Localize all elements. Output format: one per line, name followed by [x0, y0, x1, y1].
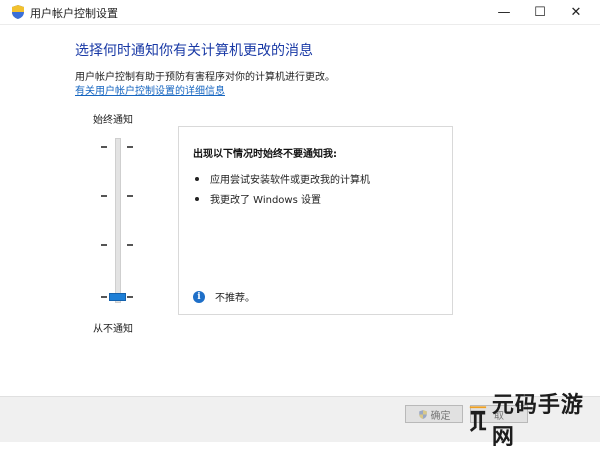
shield-icon: [12, 5, 24, 19]
bullet-icon: [195, 176, 199, 181]
slider-tick: [127, 244, 133, 246]
recommendation-note: i 不推荐。: [193, 289, 255, 304]
watermark: 元码手游网: [468, 393, 596, 450]
list-item: 应用尝试安装软件或更改我的计算机: [195, 171, 370, 186]
page-heading: 选择何时通知你有关计算机更改的消息: [75, 43, 313, 59]
shield-icon: [418, 409, 427, 419]
slider-bottom-label: 从不通知: [93, 324, 133, 335]
info-icon: i: [193, 290, 205, 303]
uac-settings-window: 用户帐户控制设置 — ☐ ✕ 选择何时通知你有关计算机更改的消息 用户帐户控制有…: [0, 0, 600, 450]
bullet-icon: [195, 196, 199, 201]
slider-tick: [127, 195, 133, 197]
page-description: 用户帐户控制有助于预防有害程序对你的计算机进行更改。: [75, 72, 335, 83]
window-title: 用户帐户控制设置: [30, 7, 118, 20]
slider-tick: [101, 146, 107, 148]
close-button[interactable]: ✕: [558, 0, 594, 24]
slider-top-label: 始终通知: [93, 115, 133, 126]
slider-track[interactable]: [115, 138, 121, 303]
ok-button-label: 确定: [430, 410, 451, 422]
list-item-text: 我更改了 Windows 设置: [210, 195, 321, 206]
title-bar: 用户帐户控制设置 — ☐ ✕: [0, 0, 600, 25]
slider-thumb[interactable]: [109, 293, 126, 301]
list-item: 我更改了 Windows 设置: [195, 191, 321, 206]
slider-tick: [101, 195, 107, 197]
notification-level-slider[interactable]: [98, 138, 138, 308]
slider-tick: [127, 146, 133, 148]
watermark-logo-icon: [469, 406, 487, 432]
watermark-text: 元码手游网: [491, 393, 584, 450]
slider-tick: [101, 296, 107, 298]
help-link[interactable]: 有关用户帐户控制设置的详细信息: [75, 82, 225, 97]
list-item-text: 应用尝试安装软件或更改我的计算机: [210, 175, 370, 186]
slider-tick: [127, 296, 133, 298]
note-text: 不推荐。: [215, 293, 255, 304]
slider-tick: [101, 244, 107, 246]
panel-title: 出现以下情况时始终不要通知我:: [193, 149, 337, 160]
minimize-button[interactable]: —: [486, 0, 522, 24]
ok-button[interactable]: 确定: [405, 405, 463, 423]
maximize-button[interactable]: ☐: [522, 0, 558, 24]
info-panel: 出现以下情况时始终不要通知我: 应用尝试安装软件或更改我的计算机 我更改了 Wi…: [178, 126, 453, 315]
